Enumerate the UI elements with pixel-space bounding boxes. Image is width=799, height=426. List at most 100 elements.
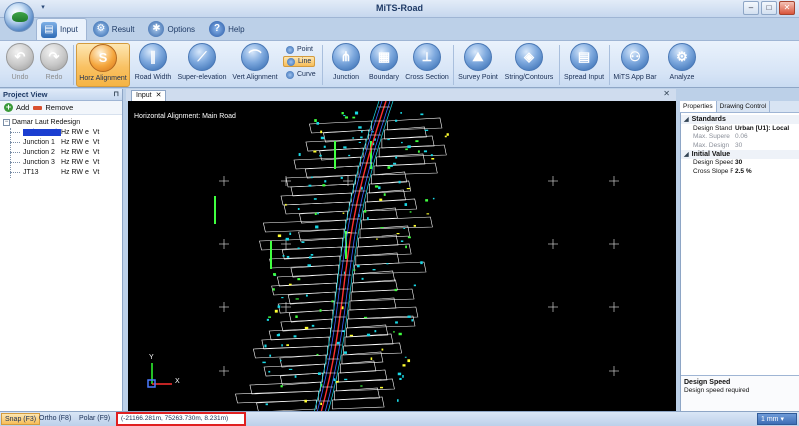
annotation-mark xyxy=(305,294,308,297)
annotation-mark xyxy=(336,341,340,345)
property-row-design-standard[interactable]: Design Stand Urban [U1]: Local xyxy=(681,124,799,133)
lot-outline xyxy=(269,255,341,269)
tab-properties[interactable]: Properties xyxy=(680,101,717,112)
property-row-max-superelevation[interactable]: Max. Supere 0.06 xyxy=(681,133,799,142)
polar-toggle[interactable]: Polar (F9) xyxy=(76,413,113,425)
annotation-mark xyxy=(413,284,416,287)
undo-button[interactable]: ↶ Undo xyxy=(4,43,36,87)
collapse-triangle-icon[interactable]: ◢ xyxy=(684,151,689,158)
survey-point-icon: ⛰ xyxy=(464,43,492,71)
cross-section-button[interactable]: ⟂ Cross Section xyxy=(404,43,450,87)
annotation-mark xyxy=(272,288,275,291)
collapse-icon[interactable]: − xyxy=(3,119,10,126)
annotation-mark xyxy=(317,372,321,375)
annotation-mark xyxy=(311,324,315,327)
tab-help[interactable]: ? Help xyxy=(205,18,252,40)
string-contours-icon: ◈ xyxy=(515,43,543,71)
vert-alignment-button[interactable]: ⌒ Vert Alignment xyxy=(230,43,280,87)
point-button[interactable]: Point xyxy=(283,44,316,55)
close-button[interactable]: ✕ xyxy=(779,1,795,15)
line-button[interactable]: Line xyxy=(283,56,316,67)
tab-options[interactable]: ✱ Options xyxy=(144,18,203,40)
annotation-mark xyxy=(360,385,363,387)
annotation-mark xyxy=(269,354,272,357)
description-text: Design speed required xyxy=(684,387,750,394)
mits-app-bar-button[interactable]: ⚇ MiTS App Bar xyxy=(612,43,658,87)
annotation-mark xyxy=(286,255,290,258)
tab-input[interactable]: ▤ Input xyxy=(36,18,87,40)
tree-item-junction-2[interactable]: Junction 2 Hz RW e Vt xyxy=(3,147,122,157)
annotation-mark xyxy=(295,298,299,300)
property-value[interactable]: 30 xyxy=(733,159,742,166)
category-standards[interactable]: ◢ Standards xyxy=(681,115,799,124)
category-initial-value[interactable]: ◢ Initial Value xyxy=(681,149,799,159)
viewport-title: Horizontal Alignment: Main Road xyxy=(134,113,236,120)
tree-connector xyxy=(10,142,20,143)
property-row-cross-slope[interactable]: Cross Slope F 2.5 % xyxy=(681,167,799,176)
ortho-toggle[interactable]: Ortho (F8) xyxy=(36,413,74,425)
tree-root[interactable]: − Damar Laut Redesign xyxy=(3,118,122,127)
redo-button[interactable]: ↷ Redo xyxy=(38,43,70,87)
undo-icon: ↶ xyxy=(6,43,34,71)
close-document-icon[interactable]: ✕ xyxy=(663,89,670,98)
annotation-mark xyxy=(387,138,390,141)
annotation-mark xyxy=(308,256,312,259)
tree-item-tags: Hz RW e Vt xyxy=(61,158,100,166)
horz-alignment-label: Horz Alignment xyxy=(79,75,127,82)
lot-outline xyxy=(361,216,433,230)
super-elevation-label: Super-elevation xyxy=(177,74,227,81)
remove-button[interactable]: Remove xyxy=(33,103,73,112)
property-value[interactable]: Urban [U1]: Local xyxy=(733,125,789,132)
road-line xyxy=(320,101,387,411)
tree-item-main-road[interactable]: Main Road Hz RW e Vt xyxy=(3,127,122,137)
curve-icon xyxy=(286,70,294,79)
collapse-triangle-icon[interactable]: ◢ xyxy=(684,116,689,123)
minimize-button[interactable]: – xyxy=(743,1,759,15)
horz-alignment-button[interactable]: S Horz Alignment xyxy=(76,43,130,87)
tree-item-jt13[interactable]: JT13 Hz RW e Vt xyxy=(3,167,122,177)
add-button[interactable]: + Add xyxy=(4,103,29,112)
annotation-mark xyxy=(311,176,313,179)
annotation-mark xyxy=(426,213,430,215)
maximize-button[interactable]: □ xyxy=(761,1,777,15)
application-menu-button[interactable] xyxy=(4,2,34,32)
annotation-mark xyxy=(343,146,347,149)
junction-button[interactable]: ⋔ Junction xyxy=(328,43,364,87)
tab-drawing-control[interactable]: Drawing Control xyxy=(717,101,771,112)
drawing-canvas[interactable]: Y X Horizontal Alignment: Main Road xyxy=(128,101,676,411)
units-dropdown[interactable]: 1 mm ▾ xyxy=(757,413,797,425)
snap-toggle[interactable]: Snap (F3) xyxy=(1,413,41,425)
property-row-max-design[interactable]: Max. Design 30 xyxy=(681,141,799,150)
tab-document-input[interactable]: Input ✕ xyxy=(131,90,167,101)
spread-input-button[interactable]: ▤ Spread Input xyxy=(562,43,606,87)
description-title: Design Speed xyxy=(684,379,731,386)
property-value: 0.06 xyxy=(735,133,748,141)
close-icon[interactable]: ✕ xyxy=(156,91,162,101)
string-contours-button[interactable]: ◈ String/Contours xyxy=(502,43,556,87)
super-elevation-button[interactable]: ⟋ Super-elevation xyxy=(176,43,228,87)
tree-item-junction-1[interactable]: Junction 1 Hz RW e Vt xyxy=(3,137,122,147)
tab-result[interactable]: ⚙ Result xyxy=(89,18,143,40)
tree-item-junction-3[interactable]: Junction 3 Hz RW e Vt xyxy=(3,157,122,167)
add-icon: + xyxy=(4,102,13,112)
annotation-mark xyxy=(415,140,419,143)
annotation-mark xyxy=(376,238,378,240)
property-row-design-speed[interactable]: Design Speed 30 xyxy=(681,159,799,168)
project-view-title: Project View xyxy=(3,90,48,99)
annotation-strip xyxy=(334,141,336,169)
property-description: Design Speed Design speed required xyxy=(681,375,799,411)
tree-item-label: Main Road xyxy=(23,128,61,136)
lot-outline xyxy=(253,345,328,359)
annotation-mark xyxy=(383,193,386,196)
analyze-button[interactable]: ⚙ Analyze xyxy=(664,43,700,87)
property-value[interactable]: 2.5 % xyxy=(733,168,752,175)
pin-icon[interactable]: ⊓ xyxy=(114,89,119,101)
annotation-mark xyxy=(360,136,363,139)
boundary-button[interactable]: ▦ Boundary xyxy=(366,43,402,87)
annotation-mark xyxy=(278,333,281,337)
analyze-label: Analyze xyxy=(669,74,695,81)
ribbon-separator xyxy=(322,45,323,85)
survey-point-button[interactable]: ⛰ Survey Point xyxy=(456,43,500,87)
road-width-button[interactable]: ∥ Road Width xyxy=(132,43,174,87)
curve-button[interactable]: Curve xyxy=(283,69,319,80)
